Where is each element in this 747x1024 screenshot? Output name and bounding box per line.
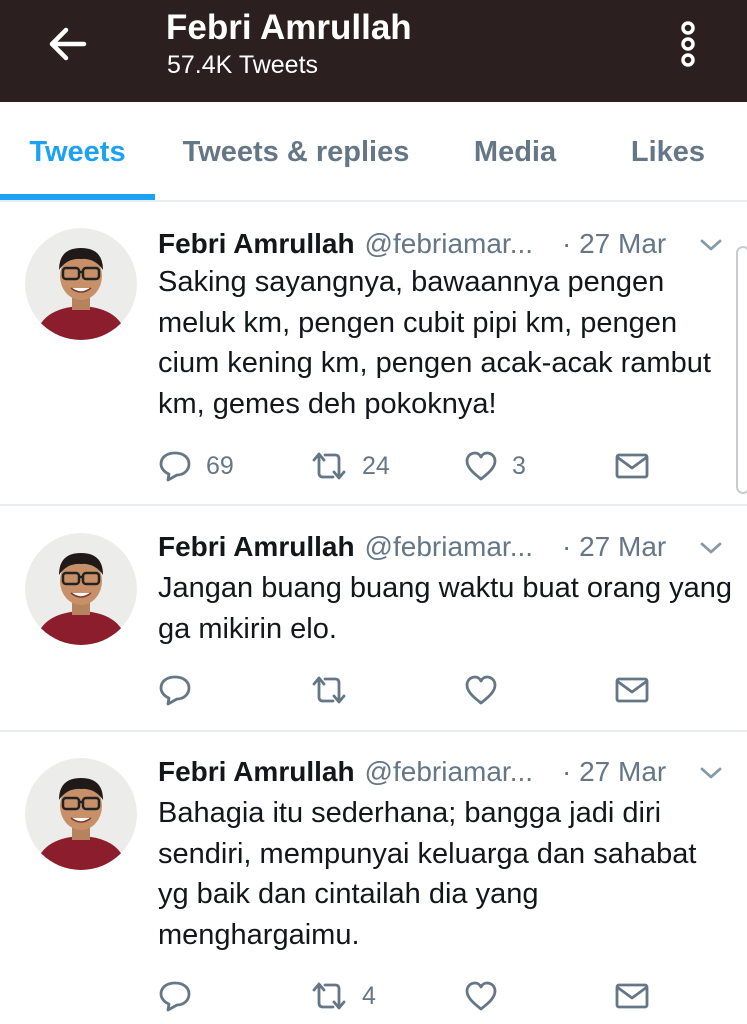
- tweet-item[interactable]: Febri Amrullah @febriamar... · 27 Mar Sa…: [0, 204, 747, 506]
- retweet-icon: [312, 982, 346, 1010]
- avatar[interactable]: [25, 758, 137, 870]
- chevron-down-icon: [700, 239, 722, 251]
- vertical-dots-icon: [681, 21, 695, 67]
- envelope-icon: [615, 983, 649, 1009]
- tweet-header: Febri Amrullah @febriamar...: [158, 754, 533, 790]
- tweet-actions: 69 24 3: [158, 446, 658, 486]
- back-button[interactable]: [40, 22, 96, 66]
- heart-icon: [465, 451, 497, 481]
- like-button[interactable]: [464, 670, 512, 710]
- reply-bubble-icon: [159, 675, 191, 706]
- like-button[interactable]: 3: [464, 446, 526, 486]
- active-tab-indicator: [0, 194, 155, 200]
- tweet-menu-button[interactable]: [694, 230, 728, 260]
- retweet-button[interactable]: 24: [310, 446, 390, 486]
- tab-tweets-and-replies[interactable]: Tweets & replies: [170, 102, 422, 202]
- tweet-count: 57.4K Tweets: [167, 51, 319, 79]
- avatar[interactable]: [25, 228, 137, 340]
- like-button[interactable]: [464, 976, 512, 1016]
- tab-tweets[interactable]: Tweets: [0, 102, 155, 202]
- heart-icon: [465, 981, 497, 1011]
- chevron-down-icon: [700, 767, 722, 779]
- like-count: 3: [512, 451, 526, 480]
- envelope-icon: [615, 453, 649, 479]
- author-name[interactable]: Febri Amrullah: [158, 756, 355, 788]
- retweet-count: 24: [362, 451, 390, 480]
- retweet-count: 4: [362, 981, 376, 1010]
- scrollbar-thumb[interactable]: [736, 246, 747, 494]
- tweet-item[interactable]: Febri Amrullah @febriamar... · 27 Mar Ja…: [0, 507, 747, 732]
- tweet-menu-button[interactable]: [694, 533, 728, 563]
- tweet-header: Febri Amrullah @febriamar...: [158, 529, 533, 565]
- direct-message-button[interactable]: [614, 446, 650, 486]
- reply-button[interactable]: 69: [158, 446, 234, 486]
- tweet-text: Jangan buang buang waktu buat orang yang…: [158, 572, 733, 645]
- retweet-button[interactable]: 4: [310, 976, 376, 1016]
- chevron-down-icon: [700, 542, 722, 554]
- more-options-button[interactable]: [668, 18, 708, 70]
- tweet-date[interactable]: · 27 Mar: [562, 529, 666, 565]
- tab-likes[interactable]: Likes: [618, 102, 718, 202]
- tweet-actions: 4: [158, 976, 658, 1016]
- retweet-icon: [312, 452, 346, 480]
- tweet-text: Saking sayangnya, bawaannya pengen meluk…: [158, 266, 711, 420]
- retweet-button[interactable]: [310, 670, 362, 710]
- reply-button[interactable]: [158, 670, 206, 710]
- avatar[interactable]: [25, 533, 137, 645]
- direct-message-button[interactable]: [614, 976, 650, 1016]
- tweet-item[interactable]: Febri Amrullah @febriamar... · 27 Mar Ba…: [0, 733, 747, 1024]
- tweet-header: Febri Amrullah @febriamar...: [158, 226, 533, 262]
- profile-tabs: Tweets Tweets & replies Media Likes: [0, 102, 747, 202]
- profile-photo: [25, 533, 137, 645]
- arrow-left-icon: [49, 27, 87, 61]
- reply-button[interactable]: [158, 976, 206, 1016]
- profile-name-title: Febri Amrullah: [166, 8, 412, 47]
- heart-icon: [465, 675, 497, 705]
- profile-photo: [25, 758, 137, 870]
- tab-media[interactable]: Media: [460, 102, 570, 202]
- profile-header: Febri Amrullah 57.4K Tweets: [0, 0, 747, 102]
- envelope-icon: [615, 677, 649, 703]
- tweet-text: Bahagia itu sederhana; bangga jadi diri …: [158, 797, 697, 951]
- reply-count: 69: [206, 451, 234, 480]
- author-name[interactable]: Febri Amrullah: [158, 531, 355, 563]
- retweet-icon: [312, 676, 346, 704]
- author-handle[interactable]: @febriamar...: [365, 228, 533, 260]
- tweet-actions: [158, 670, 658, 710]
- reply-bubble-icon: [159, 451, 191, 482]
- author-handle[interactable]: @febriamar...: [365, 531, 533, 563]
- author-name[interactable]: Febri Amrullah: [158, 228, 355, 260]
- tweet-date[interactable]: · 27 Mar: [562, 754, 666, 790]
- profile-photo: [25, 228, 137, 340]
- tweet-menu-button[interactable]: [694, 758, 728, 788]
- reply-bubble-icon: [159, 981, 191, 1012]
- tweet-date[interactable]: · 27 Mar: [562, 226, 666, 262]
- author-handle[interactable]: @febriamar...: [365, 756, 533, 788]
- direct-message-button[interactable]: [614, 670, 650, 710]
